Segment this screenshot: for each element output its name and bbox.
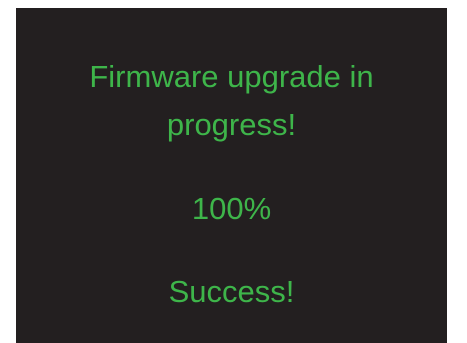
status-title-line-2: progress!	[166, 107, 297, 142]
firmware-upgrade-screen: Firmware upgrade in progress! 100% Succe…	[16, 8, 447, 343]
upgrade-status-title: Firmware upgrade in progress!	[16, 53, 447, 149]
progress-percentage: 100%	[191, 191, 272, 226]
status-title-line-1: Firmware upgrade in	[89, 59, 374, 94]
upgrade-result-message: Success!	[168, 274, 295, 309]
